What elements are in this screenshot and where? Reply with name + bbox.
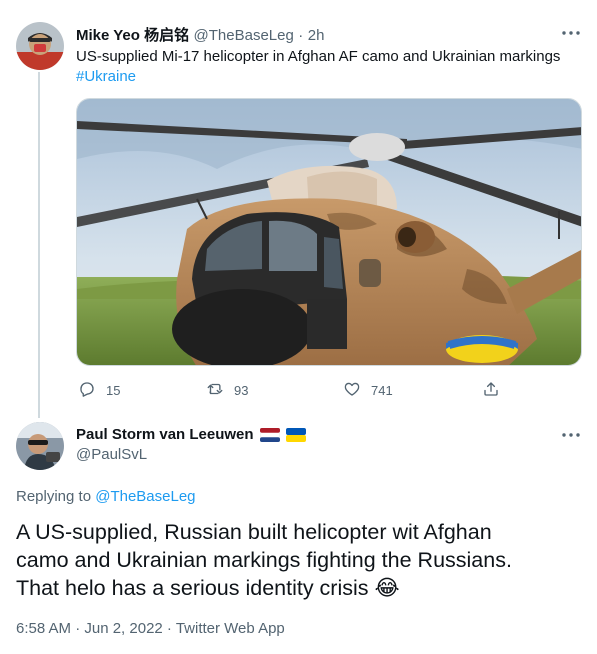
avatar-mike-yeo[interactable] (16, 22, 64, 70)
tweet2-text: A US-supplied, Russian built helicopter … (16, 518, 586, 602)
share-icon[interactable] (482, 380, 500, 401)
avatar-paul-storm[interactable] (16, 422, 64, 470)
hashtag-link[interactable]: #Ukraine (76, 67, 576, 87)
more-icon[interactable] (560, 26, 582, 40)
tweet-media-image[interactable] (76, 98, 582, 366)
like-count: 741 (371, 383, 393, 398)
reply-action[interactable]: 15 (78, 380, 120, 401)
thread-connector (38, 72, 40, 418)
tweet-time[interactable]: 2h (308, 27, 325, 44)
author-name[interactable]: Mike Yeo 杨启铭 (76, 27, 189, 44)
author-handle[interactable]: @PaulSvL (76, 446, 147, 463)
replying-handle-link[interactable]: @TheBaseLeg (95, 488, 195, 505)
tweet1-header: Mike Yeo 杨启铭 @TheBaseLeg · 2h (76, 24, 324, 45)
replying-prefix: Replying to (16, 488, 92, 505)
tweet-text-line: A US-supplied, Russian built helicopter … (16, 520, 492, 544)
tweet-timestamp[interactable]: 6:58 AM · Jun 2, 2022 · Twitter Web App (16, 620, 285, 637)
replying-to: Replying to @TheBaseLeg (16, 488, 196, 505)
tweet2-name-row: Paul Storm van Leeuwen (76, 426, 306, 443)
tweet-text-line: camo and Ukrainian markings fighting the… (16, 548, 512, 572)
separator: · (298, 27, 304, 44)
author-name[interactable]: Paul Storm van Leeuwen (76, 426, 254, 443)
retweet-icon[interactable] (206, 380, 224, 401)
reply-count: 15 (106, 383, 121, 398)
author-handle[interactable]: @TheBaseLeg (194, 27, 294, 44)
retweet-action[interactable]: 93 (206, 380, 248, 401)
ukraine-flag-icon (285, 427, 306, 442)
tweet-text-line: That helo has a serious identity crisis … (16, 576, 400, 600)
netherlands-flag-icon (259, 427, 280, 442)
like-action[interactable]: 741 (343, 380, 393, 401)
tweet1-body: US-supplied Mi-17 helicopter in Afghan A… (76, 47, 576, 87)
more-icon[interactable] (560, 428, 582, 442)
reply-icon[interactable] (78, 380, 96, 401)
retweet-count: 93 (234, 383, 249, 398)
share-action[interactable] (482, 380, 500, 401)
tweet-text: US-supplied Mi-17 helicopter in Afghan A… (76, 48, 561, 65)
heart-icon[interactable] (343, 380, 361, 401)
